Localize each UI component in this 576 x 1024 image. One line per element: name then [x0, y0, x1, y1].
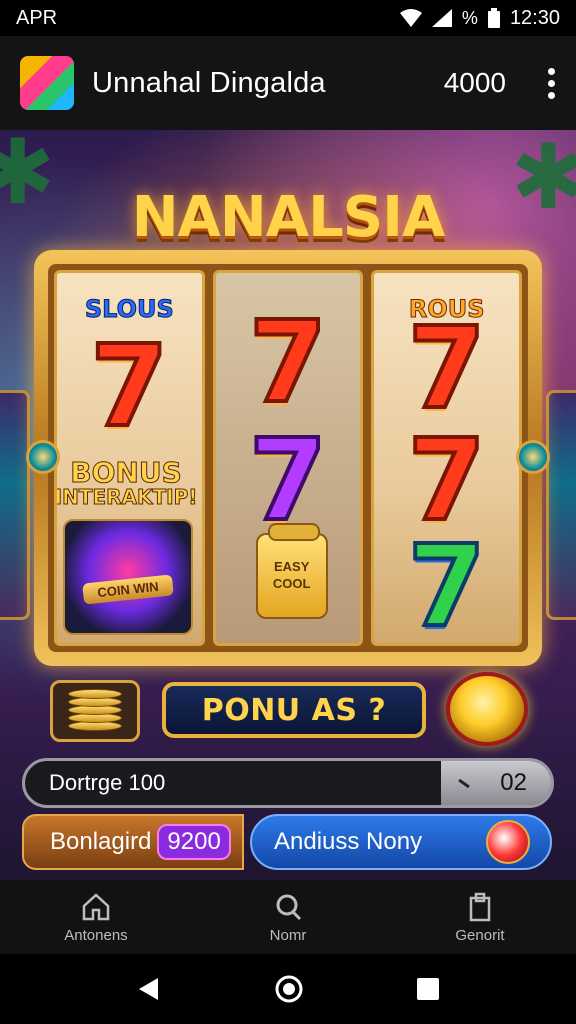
- progress-value: 02: [500, 769, 527, 796]
- gem-ornament-right: [516, 440, 550, 474]
- side-machine-left: [0, 390, 30, 620]
- bonus-badge-line1: BONUS: [70, 456, 182, 489]
- coin-count: 4000: [443, 67, 506, 98]
- bonus-balance-label: Bonlagird: [50, 828, 152, 855]
- seven-symbol-red: 7: [88, 322, 170, 452]
- status-bar: APR % 12:30: [0, 0, 576, 36]
- bonus-badge: BONUS INTERAKTIP!: [54, 456, 201, 510]
- search-icon: [276, 894, 302, 920]
- progress-bar[interactable]: Dortrge 100 02: [22, 758, 554, 808]
- reel-left-label: SLOUS: [84, 295, 174, 324]
- wifi-icon: [399, 9, 422, 27]
- game-title: NANALSIA: [131, 185, 446, 250]
- slot-game-area: ✱ ✱ NANALSIA SLOUS 7 BONUS INTERAKTIP! C…: [0, 130, 576, 880]
- coin-win-orb: COIN WIN: [63, 519, 193, 635]
- rocket-icon: [486, 820, 530, 864]
- battery-icon: [487, 8, 500, 28]
- more-vert-icon[interactable]: [546, 67, 556, 99]
- seven-symbol-red: 7: [406, 416, 488, 546]
- status-icons: % 12:30: [399, 6, 560, 30]
- coin-jar: EASY COOL: [255, 523, 328, 619]
- home-icon: [82, 892, 110, 920]
- nav-item-home[interactable]: Antonens: [21, 891, 171, 944]
- app-title: Unnahal Dingalda: [92, 66, 326, 99]
- progress-label: Dortrge 100: [49, 770, 166, 795]
- nav-item-label: Genorit: [455, 926, 505, 944]
- back-icon[interactable]: [136, 976, 162, 1002]
- carrier-label: APR: [16, 6, 58, 29]
- bonus-balance-button[interactable]: Bonlagird 9200: [22, 814, 244, 870]
- seven-symbol-green: 7: [406, 522, 488, 646]
- clock: 12:30: [509, 6, 560, 29]
- coins-bet-button[interactable]: [50, 680, 140, 742]
- slot-machine-frame: SLOUS 7 BONUS INTERAKTIP! COIN WIN 7 7 E…: [34, 250, 542, 666]
- reels-container: SLOUS 7 BONUS INTERAKTIP! COIN WIN 7 7 E…: [48, 264, 528, 652]
- nav-item-search[interactable]: Nomr: [213, 891, 363, 944]
- orb-label: COIN WIN: [82, 574, 174, 605]
- nav-item-clipboard[interactable]: Genorit: [405, 891, 555, 944]
- reel-right[interactable]: ROUS 7 7 7: [371, 270, 523, 646]
- home-circle-icon[interactable]: [274, 974, 304, 1004]
- side-machine-right: [546, 390, 576, 620]
- battery-percent-label: %: [461, 7, 478, 28]
- gold-coin-button[interactable]: [446, 672, 528, 746]
- bonus-badge-line2: INTERAKTIP!: [54, 485, 198, 510]
- bonus-spin-button[interactable]: PONU AS ?: [162, 682, 426, 738]
- seven-symbol-purple: 7: [247, 416, 329, 546]
- system-navigation-bar: [0, 954, 576, 1024]
- seven-symbol-red: 7: [406, 304, 488, 434]
- nav-item-label: Nomr: [269, 926, 307, 944]
- reel-left[interactable]: SLOUS 7 BONUS INTERAKTIP! COIN WIN: [54, 270, 205, 646]
- seven-symbol-red: 7: [247, 298, 329, 428]
- app-bar: Unnahal Dingalda 4000: [0, 36, 576, 130]
- clipboard-icon: [469, 892, 491, 921]
- coin-stack-icon: [68, 689, 122, 731]
- nav-item-label: Antonens: [64, 926, 128, 944]
- recents-icon[interactable]: [416, 977, 440, 1001]
- signal-icon: [431, 9, 452, 27]
- bonus-balance-badge: 9200: [157, 824, 231, 860]
- action-button-label: Andiuss Nony: [274, 828, 423, 855]
- progress-handle-icon: [458, 780, 494, 786]
- app-logo-icon[interactable]: [20, 56, 74, 110]
- gem-ornament-left: [26, 440, 60, 474]
- action-button[interactable]: Andiuss Nony: [250, 814, 552, 870]
- reel-middle[interactable]: 7 7 EASY COOL: [212, 270, 364, 646]
- bottom-navigation: Antonens Nomr Genorit: [0, 880, 576, 954]
